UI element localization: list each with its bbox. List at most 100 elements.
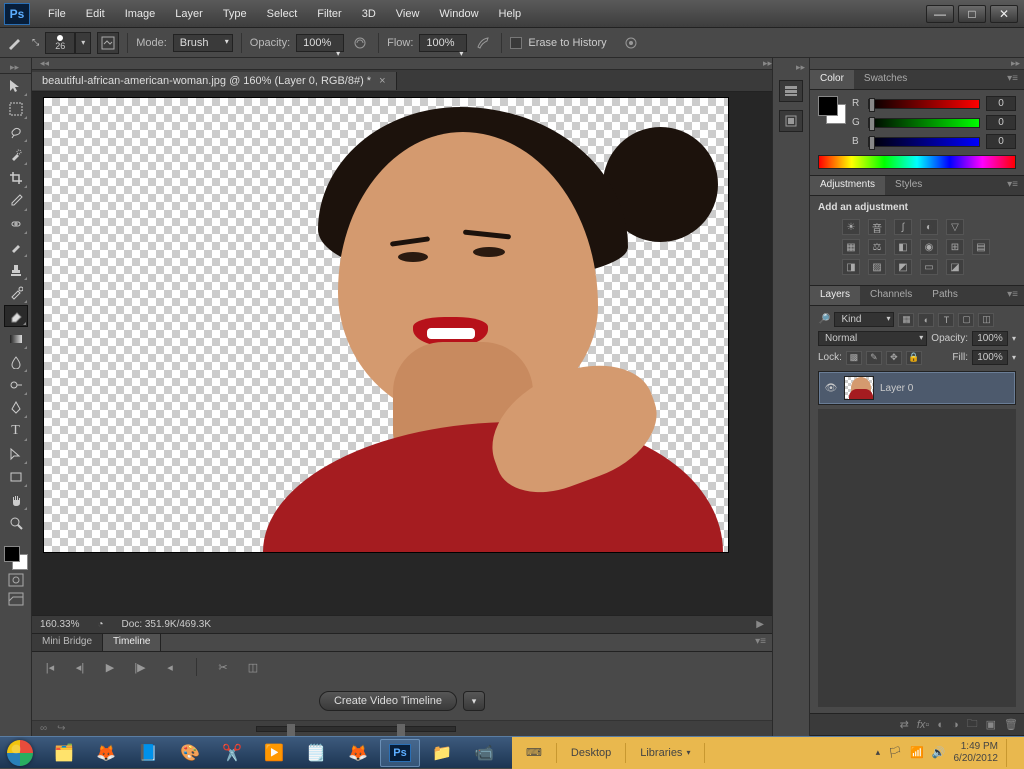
foreground-color-swatch[interactable] xyxy=(4,546,20,562)
taskbar-clock[interactable]: 1:49 PM 6/20/2012 xyxy=(954,741,999,765)
layer-fx-icon[interactable]: fx▫ xyxy=(917,719,929,731)
start-button[interactable] xyxy=(0,737,40,769)
show-desktop-button[interactable] xyxy=(1006,739,1014,767)
filter-smart-icon[interactable]: ◫ xyxy=(978,313,994,327)
minimize-button[interactable]: ― xyxy=(926,5,954,23)
adj-exposure-icon[interactable]: ◐ xyxy=(920,219,938,235)
zoom-tool[interactable] xyxy=(4,512,28,534)
type-tool[interactable]: T xyxy=(4,420,28,442)
fill-dropdown-icon[interactable]: ▾ xyxy=(1012,353,1016,362)
lasso-tool[interactable] xyxy=(4,121,28,143)
tray-network-icon[interactable]: 📶 xyxy=(910,746,924,759)
status-menu-icon[interactable]: ▶ xyxy=(756,619,764,630)
erase-history-checkbox[interactable] xyxy=(510,37,522,49)
brush-preview[interactable]: 26 xyxy=(45,32,75,54)
tray-volume-icon[interactable]: 🔊 xyxy=(932,746,946,759)
menu-window[interactable]: Window xyxy=(429,4,488,24)
new-layer-icon[interactable]: ▣ xyxy=(986,718,996,731)
tab-color[interactable]: Color xyxy=(810,70,854,89)
tray-chevron-icon[interactable]: ▴ xyxy=(876,747,881,758)
b-value[interactable]: 0 xyxy=(986,134,1016,149)
timeline-next-icon[interactable]: |▶ xyxy=(132,661,148,674)
adj-lookup-icon[interactable]: ▤ xyxy=(972,239,990,255)
filter-type-icon[interactable]: T xyxy=(938,313,954,327)
adj-selective-icon[interactable]: ◪ xyxy=(946,259,964,275)
menu-edit[interactable]: Edit xyxy=(76,4,115,24)
history-brush-tool[interactable] xyxy=(4,282,28,304)
screen-mode-toggle[interactable] xyxy=(4,590,28,608)
menu-view[interactable]: View xyxy=(386,4,430,24)
layer-name[interactable]: Layer 0 xyxy=(880,383,913,394)
taskbar-notes-icon[interactable]: 🗒️ xyxy=(296,739,336,767)
adj-hue-icon[interactable]: ▦ xyxy=(842,239,860,255)
color-fgbg[interactable] xyxy=(818,96,846,124)
document-tab[interactable]: beautiful-african-american-woman.jpg @ 1… xyxy=(32,72,397,90)
layer-thumbnail[interactable] xyxy=(844,376,874,400)
adj-threshold-icon[interactable]: ◩ xyxy=(894,259,912,275)
delete-layer-icon[interactable]: 🗑 xyxy=(1004,718,1018,731)
maximize-button[interactable]: □ xyxy=(958,5,986,23)
opacity-dropdown-icon[interactable]: ▾ xyxy=(1012,334,1016,343)
zoom-level[interactable]: 160.33% xyxy=(40,619,79,630)
tool-preset-icon[interactable] xyxy=(6,33,26,53)
menu-select[interactable]: Select xyxy=(257,4,308,24)
timeline-transition-icon[interactable]: ◫ xyxy=(245,661,261,674)
filter-adjust-icon[interactable]: ◐ xyxy=(918,313,934,327)
adjustments-panel-menu-icon[interactable]: ▾≡ xyxy=(1001,176,1024,195)
tab-channels[interactable]: Channels xyxy=(860,286,922,305)
taskbar-media-icon[interactable]: ▶️ xyxy=(254,739,294,767)
layer-opacity-value[interactable]: 100% xyxy=(972,331,1008,346)
marquee-tool[interactable] xyxy=(4,98,28,120)
b-slider[interactable] xyxy=(868,137,980,147)
taskbar-snip-icon[interactable]: ✂️ xyxy=(212,739,252,767)
shape-tool[interactable] xyxy=(4,466,28,488)
timeline-split-icon[interactable]: ✂ xyxy=(215,661,231,674)
tab-adjustments[interactable]: Adjustments xyxy=(810,176,885,195)
hand-tool[interactable] xyxy=(4,489,28,511)
adj-brightness-icon[interactable]: ☀ xyxy=(842,219,860,235)
menu-image[interactable]: Image xyxy=(115,4,166,24)
filter-pixel-icon[interactable]: ▦ xyxy=(898,313,914,327)
dodge-tool[interactable] xyxy=(4,374,28,396)
path-select-tool[interactable] xyxy=(4,443,28,465)
layer-group-icon[interactable]: 🗀 xyxy=(967,715,978,734)
adj-invert-icon[interactable]: ◨ xyxy=(842,259,860,275)
close-tab-icon[interactable]: × xyxy=(379,75,385,87)
tab-styles[interactable]: Styles xyxy=(885,176,932,195)
lock-transparency-icon[interactable]: ▩ xyxy=(846,351,862,365)
taskbar-photoshop-icon[interactable]: Ps xyxy=(380,739,420,767)
link-layers-icon[interactable]: ⇄ xyxy=(900,718,909,731)
opacity-select[interactable]: 100% xyxy=(296,34,344,52)
adj-curves-icon[interactable]: ∫ xyxy=(894,219,912,235)
layer-item[interactable]: 👁 Layer 0 xyxy=(819,372,1015,404)
history-panel-icon[interactable] xyxy=(779,80,803,102)
crop-tool[interactable] xyxy=(4,167,28,189)
healing-tool[interactable] xyxy=(4,213,28,235)
stamp-tool[interactable] xyxy=(4,259,28,281)
bottom-panel-menu-icon[interactable]: ▾≡ xyxy=(749,634,772,651)
brush-tool[interactable] xyxy=(4,236,28,258)
tray-flag-icon[interactable]: 🏳 xyxy=(888,746,902,759)
taskbar-firefox-icon[interactable]: 🦊 xyxy=(86,739,126,767)
close-button[interactable]: ✕ xyxy=(990,5,1018,23)
taskbar-explorer-icon[interactable]: 🗂️ xyxy=(44,739,84,767)
adj-gradient-map-icon[interactable]: ▭ xyxy=(920,259,938,275)
menu-help[interactable]: Help xyxy=(489,4,532,24)
brush-preset-dropdown[interactable]: ▾ xyxy=(75,32,91,54)
move-tool[interactable] xyxy=(4,75,28,97)
menu-layer[interactable]: Layer xyxy=(165,4,213,24)
taskbar-folder-icon[interactable]: 📁 xyxy=(422,739,462,767)
color-spectrum[interactable] xyxy=(818,155,1016,169)
eraser-tool[interactable] xyxy=(4,305,28,327)
lock-paint-icon[interactable]: ✎ xyxy=(866,351,882,365)
adj-vibrance-icon[interactable]: ▽ xyxy=(946,219,964,235)
r-slider[interactable] xyxy=(868,99,980,109)
timeline-foot-icon[interactable]: ∞ xyxy=(40,723,47,734)
r-value[interactable]: 0 xyxy=(986,96,1016,111)
taskbar-paint-icon[interactable]: 🎨 xyxy=(170,739,210,767)
timeline-mute-icon[interactable]: ◂ xyxy=(162,661,178,674)
menu-filter[interactable]: Filter xyxy=(307,4,351,24)
create-video-timeline-dropdown[interactable]: ▾ xyxy=(463,691,485,711)
properties-panel-icon[interactable] xyxy=(779,110,803,132)
color-panel-menu-icon[interactable]: ▾≡ xyxy=(1001,70,1024,89)
